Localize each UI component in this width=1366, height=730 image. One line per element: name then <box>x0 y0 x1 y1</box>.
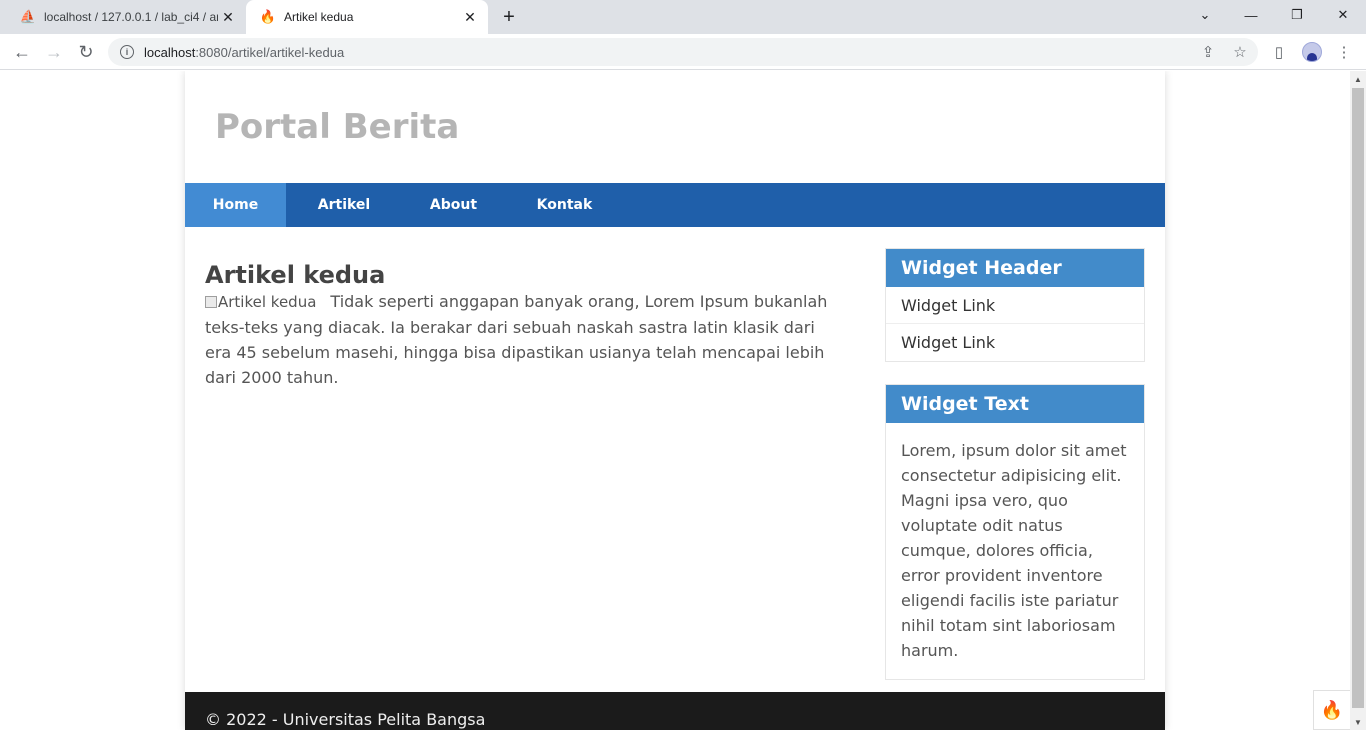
side-panel-icon[interactable]: ▯ <box>1265 38 1293 66</box>
forward-button[interactable]: → <box>40 38 68 66</box>
broken-image-icon <box>205 296 217 308</box>
close-icon[interactable]: ✕ <box>218 7 238 27</box>
nav-item-kontak[interactable]: Kontak <box>505 183 624 227</box>
article-image-alt: Artikel kedua <box>218 293 317 311</box>
article-title: Artikel kedua <box>205 261 386 289</box>
nav-item-about[interactable]: About <box>402 183 505 227</box>
tab-title: Artikel kedua <box>284 10 354 24</box>
browser-tabstrip: ⛵ localhost / 127.0.0.1 / lab_ci4 / ar ✕… <box>0 0 1366 34</box>
widget-header: Widget Text <box>886 385 1144 423</box>
footer-text: © 2022 - Universitas Pelita Bangsa <box>205 710 486 729</box>
codeigniter-debug-toolbar-icon[interactable]: 🔥 <box>1313 690 1350 730</box>
tab-title: localhost / 127.0.0.1 / lab_ci4 / ar <box>44 10 218 24</box>
widget-header: Widget Header <box>886 249 1144 287</box>
page-scrollbar[interactable]: ▲ ▼ <box>1350 71 1366 730</box>
sidebar: Widget Header Widget Link Widget Link Wi… <box>885 248 1145 702</box>
browser-tab-artikel[interactable]: 🔥 Artikel kedua ✕ <box>246 0 488 34</box>
site-info-icon[interactable]: i <box>120 45 134 59</box>
scroll-up-arrow-icon[interactable]: ▲ <box>1350 71 1366 87</box>
avatar <box>1302 42 1322 62</box>
profile-button[interactable] <box>1298 38 1326 66</box>
nav-item-artikel[interactable]: Artikel <box>286 183 402 227</box>
browser-toolbar: ← → ↻ i localhost:8080/artikel/artikel-k… <box>0 34 1366 70</box>
page-container: Portal Berita Home Artikel About Kontak … <box>185 71 1165 730</box>
widget-link[interactable]: Widget Link <box>886 287 1144 324</box>
reload-button[interactable]: ↻ <box>72 38 100 66</box>
menu-kebab-icon[interactable]: ⋮ <box>1330 38 1358 66</box>
bookmark-star-icon[interactable]: ☆ <box>1226 38 1254 66</box>
url-path: :8080/artikel/artikel-kedua <box>195 44 345 60</box>
restore-button[interactable]: ❐ <box>1274 0 1320 30</box>
site-header: Portal Berita <box>185 71 1165 183</box>
site-footer: © 2022 - Universitas Pelita Bangsa <box>185 692 1165 730</box>
widget-link[interactable]: Widget Link <box>886 324 1144 361</box>
article-section: Artikel kedua Artikel kedua Tidak seperti… <box>205 261 845 390</box>
scroll-thumb[interactable] <box>1352 88 1364 708</box>
nav-item-home[interactable]: Home <box>185 183 286 227</box>
new-tab-button[interactable]: + <box>497 5 521 29</box>
main-nav: Home Artikel About Kontak <box>185 183 1165 227</box>
phpmyadmin-icon: ⛵ <box>19 9 37 24</box>
widget-text: Widget Text Lorem, ipsum dolor sit amet … <box>885 384 1145 680</box>
scroll-down-arrow-icon[interactable]: ▼ <box>1350 714 1366 730</box>
close-icon[interactable]: ✕ <box>460 7 480 27</box>
url-host: localhost <box>144 44 196 60</box>
back-button[interactable]: ← <box>8 38 36 66</box>
article-image: Artikel kedua <box>205 290 316 315</box>
widget-links: Widget Header Widget Link Widget Link <box>885 248 1145 362</box>
article-body: Artikel kedua Tidak seperti anggapan bany… <box>205 289 845 390</box>
tab-search-chevron-icon[interactable]: ⌄ <box>1182 0 1228 30</box>
browser-tab-phpmyadmin[interactable]: ⛵ localhost / 127.0.0.1 / lab_ci4 / ar ✕ <box>8 0 246 34</box>
site-title: Portal Berita <box>215 107 460 147</box>
widget-text-body: Lorem, ipsum dolor sit amet consectetur … <box>901 441 1127 660</box>
address-bar[interactable]: i localhost:8080/artikel/artikel-kedua ⇪… <box>108 38 1258 66</box>
page-viewport: Portal Berita Home Artikel About Kontak … <box>0 71 1350 730</box>
close-window-button[interactable]: ✕ <box>1320 0 1366 30</box>
codeigniter-flame-icon: 🔥 <box>259 9 277 24</box>
share-icon[interactable]: ⇪ <box>1194 38 1222 66</box>
minimize-button[interactable]: — <box>1228 0 1274 30</box>
